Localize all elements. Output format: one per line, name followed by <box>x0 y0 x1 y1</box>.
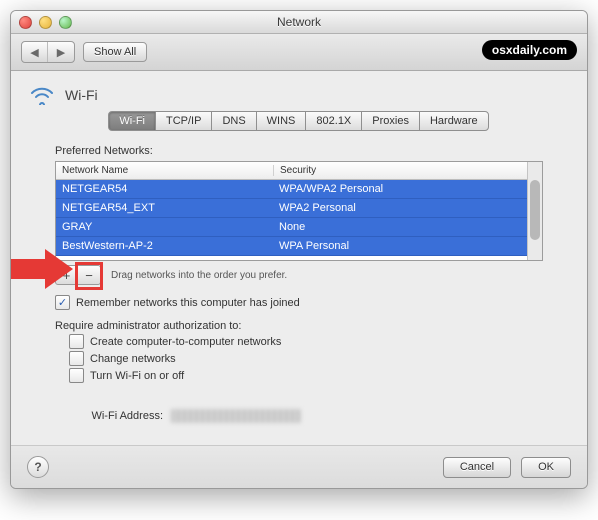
cancel-button[interactable]: Cancel <box>443 457 511 478</box>
nav-segment: ◀ ▶ <box>21 41 75 63</box>
preferred-label: Preferred Networks: <box>55 145 543 157</box>
tab-wins[interactable]: WINS <box>256 111 307 131</box>
col-network-name[interactable]: Network Name <box>56 165 274 176</box>
forward-button[interactable]: ▶ <box>48 42 74 62</box>
window-title: Network <box>11 15 587 29</box>
remember-row[interactable]: ✓ Remember networks this computer has jo… <box>55 295 543 310</box>
cell-name: NETGEAR54_EXT <box>56 202 273 214</box>
admin-opt-label: Change networks <box>90 353 176 365</box>
admin-opt-label: Turn Wi-Fi on or off <box>90 370 184 382</box>
table-row[interactable]: BestWestern-AP-2 WPA Personal <box>56 237 527 256</box>
col-security[interactable]: Security <box>274 165 527 176</box>
cell-security: WPA2 Personal <box>273 202 527 214</box>
cell-security: None <box>273 221 527 233</box>
add-remove-bar: + − Drag networks into the order you pre… <box>55 265 543 285</box>
ok-button[interactable]: OK <box>521 457 571 478</box>
footer: ? Cancel OK <box>11 445 587 488</box>
wifi-header: Wi-Fi <box>29 85 569 105</box>
table-row[interactable]: GRAY None <box>56 218 527 237</box>
back-button[interactable]: ◀ <box>22 42 48 62</box>
help-button[interactable]: ? <box>27 456 49 478</box>
cell-name: BestWestern-AP-2 <box>56 240 273 252</box>
preferred-networks-section: Preferred Networks: Network Name Securit… <box>29 145 569 423</box>
content: Wi-Fi Wi-Fi TCP/IP DNS WINS 802.1X Proxi… <box>11 71 587 445</box>
cell-name: GRAY <box>56 221 273 233</box>
tab-dns[interactable]: DNS <box>211 111 256 131</box>
network-preferences-window: Network ◀ ▶ Show All osxdaily.com Wi-Fi … <box>10 10 588 489</box>
toolbar: ◀ ▶ Show All osxdaily.com <box>11 34 587 71</box>
admin-checkbox[interactable] <box>69 351 84 366</box>
cell-security: WPA/WPA2 Personal <box>273 183 527 195</box>
admin-opt-row[interactable]: Change networks <box>69 351 543 366</box>
wifi-address-value-redacted <box>171 409 301 423</box>
tab-hardware[interactable]: Hardware <box>419 111 489 131</box>
admin-checkbox[interactable] <box>69 334 84 349</box>
admin-opt-row[interactable]: Turn Wi-Fi on or off <box>69 368 543 383</box>
cell-security: WPA Personal <box>273 240 527 252</box>
add-remove-buttons: + − <box>55 265 101 285</box>
table-row[interactable]: NETGEAR54 WPA/WPA2 Personal <box>56 180 527 199</box>
wifi-address-label: Wi-Fi Address: <box>55 410 163 422</box>
scroll-thumb[interactable] <box>530 180 540 240</box>
tab-wifi[interactable]: Wi-Fi <box>108 111 156 131</box>
add-network-button[interactable]: + <box>56 266 78 284</box>
admin-checkbox[interactable] <box>69 368 84 383</box>
tabs: Wi-Fi TCP/IP DNS WINS 802.1X Proxies Har… <box>29 111 569 131</box>
wifi-address-row: Wi-Fi Address: <box>55 409 543 423</box>
show-all-button[interactable]: Show All <box>83 42 147 62</box>
cell-name: NETGEAR54 <box>56 183 273 195</box>
table-row[interactable]: NETGEAR54_EXT WPA2 Personal <box>56 199 527 218</box>
remove-network-button[interactable]: − <box>78 266 100 284</box>
tab-8021x[interactable]: 802.1X <box>305 111 362 131</box>
scrollbar[interactable] <box>527 162 542 260</box>
tab-tcpip[interactable]: TCP/IP <box>155 111 212 131</box>
networks-table: Network Name Security NETGEAR54 WPA/WPA2… <box>55 161 543 261</box>
admin-opt-row[interactable]: Create computer-to-computer networks <box>69 334 543 349</box>
admin-section: Require administrator authorization to: … <box>55 320 543 383</box>
tab-proxies[interactable]: Proxies <box>361 111 420 131</box>
admin-opt-label: Create computer-to-computer networks <box>90 336 281 348</box>
watermark: osxdaily.com <box>482 40 577 60</box>
remember-label: Remember networks this computer has join… <box>76 297 300 309</box>
table-header: Network Name Security <box>56 162 527 180</box>
titlebar: Network <box>11 11 587 34</box>
admin-label: Require administrator authorization to: <box>55 320 543 332</box>
wifi-icon <box>29 85 55 105</box>
table-body: Network Name Security NETGEAR54 WPA/WPA2… <box>56 162 527 260</box>
wifi-title: Wi-Fi <box>65 87 98 103</box>
remember-checkbox[interactable]: ✓ <box>55 295 70 310</box>
drag-hint: Drag networks into the order you prefer. <box>111 270 287 281</box>
